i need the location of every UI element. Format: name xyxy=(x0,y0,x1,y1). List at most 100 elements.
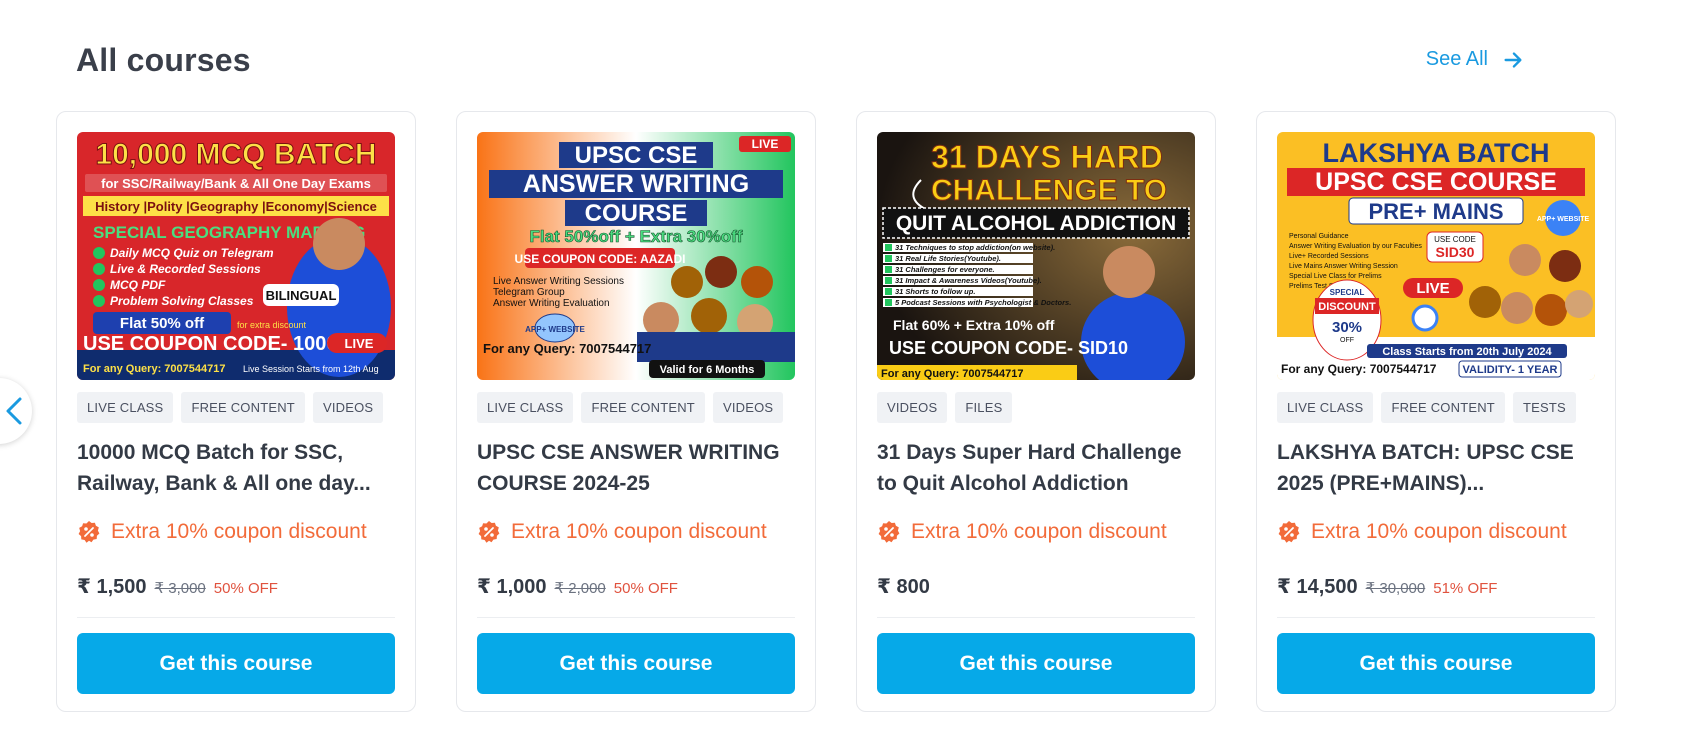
discount-percent: 51% OFF xyxy=(1433,580,1498,597)
thumb-use-code: USE CODE xyxy=(1434,235,1476,244)
see-all-link[interactable]: See All xyxy=(1426,48,1524,71)
tag-list: LIVE CLASS FREE CONTENT VIDEOS xyxy=(77,392,395,423)
chevron-left-icon xyxy=(6,397,22,425)
thumb-offer-note: for extra discount xyxy=(237,320,307,330)
thumb-bullet: Live Answer Writing Sessions xyxy=(493,276,624,287)
thumb-bullet: 5 Podcast Sessions with Psychologist & D… xyxy=(895,298,1071,307)
course-card[interactable]: LIVE UPSC CSE ANSWER WRITING COURSE Flat… xyxy=(456,111,816,712)
thumb-headline: 31 DAYS HARD xyxy=(931,139,1163,175)
coupon-text: Extra 10% coupon discount xyxy=(1311,520,1567,543)
thumb-discount-off: OFF xyxy=(1340,337,1354,344)
divider xyxy=(1277,617,1595,618)
course-card[interactable]: 31 DAYS HARD CHALLENGE TO QUIT ALCOHOL A… xyxy=(856,111,1216,712)
thumb-discount-pct: 30% xyxy=(1332,319,1362,336)
thumb-bullet: 31 Impact & Awareness Videos(Youtube). xyxy=(895,276,1042,285)
thumb-offer: Flat 50% off xyxy=(120,315,205,332)
thumb-bullet: 31 Challenges for everyone. xyxy=(895,265,995,274)
tag: LIVE CLASS xyxy=(477,392,574,423)
get-course-button[interactable]: Get this course xyxy=(877,633,1195,694)
thumb-live: LIVE xyxy=(752,137,779,151)
coupon-note: Extra 10% coupon discount xyxy=(1277,520,1595,544)
divider xyxy=(77,617,395,618)
tag: LIVE CLASS xyxy=(1277,392,1374,423)
thumb-headline: LAKSHYA BATCH xyxy=(1322,138,1549,168)
discount-badge-icon xyxy=(478,521,500,543)
thumb-query: For any Query: 7007544717 xyxy=(1281,362,1437,376)
thumb-bullet: Telegram Group xyxy=(493,287,565,298)
thumb-class-starts: Class Starts from 20th July 2024 xyxy=(1382,346,1552,358)
tag-list: LIVE CLASS FREE CONTENT VIDEOS xyxy=(477,392,795,423)
tag: FILES xyxy=(955,392,1013,423)
thumb-query: For any Query: 7007544717 xyxy=(881,368,1023,380)
thumb-footer-note: Live Session Starts from 12th Aug xyxy=(243,364,379,374)
thumb-bullet: Live Mains Answer Writing Session xyxy=(1289,263,1398,270)
price: ₹ 1,000 xyxy=(477,576,547,598)
thumb-coupon: USE COUPON CODE- 10000 xyxy=(83,333,349,355)
thumb-bullet: Special Live Class for Prelims xyxy=(1289,273,1382,280)
thumb-bullet: Personal Guidance xyxy=(1289,233,1349,240)
thumb-bullet: Answer Writing Evaluation xyxy=(493,298,610,309)
thumb-code: SID30 xyxy=(1436,244,1475,260)
discount-percent: 50% OFF xyxy=(213,580,278,597)
course-title[interactable]: 10000 MCQ Batch for SSC, Railway, Bank &… xyxy=(77,437,395,499)
course-thumbnail[interactable]: LAKSHYA BATCH UPSC CSE COURSE PRE+ MAINS… xyxy=(1277,132,1595,380)
price-row: ₹ 1,000 ₹ 2,000 50% OFF xyxy=(477,574,678,599)
thumb-headline: PRE+ MAINS xyxy=(1368,199,1503,224)
tag: VIDEOS xyxy=(312,392,384,423)
thumb-bullet: MCQ PDF xyxy=(110,278,166,292)
thumb-headline: COURSE xyxy=(585,200,688,227)
section-title: All courses xyxy=(76,42,251,78)
carousel-prev-button[interactable] xyxy=(0,378,32,444)
get-course-button[interactable]: Get this course xyxy=(1277,633,1595,694)
coupon-note: Extra 10% coupon discount xyxy=(877,520,1195,544)
thumb-bullet: Problem Solving Classes xyxy=(110,294,254,308)
tag: VIDEOS xyxy=(712,392,784,423)
thumb-headline: CHALLENGE TO xyxy=(931,174,1167,207)
tag: FREE CONTENT xyxy=(181,392,305,423)
thumb-bullet: Live & Recorded Sessions xyxy=(110,262,261,276)
price: ₹ 1,500 xyxy=(77,576,147,598)
course-title[interactable]: LAKSHYA BATCH: UPSC CSE 2025 (PRE+MAINS)… xyxy=(1277,437,1595,499)
divider xyxy=(477,617,795,618)
thumb-validity: VALIDITY- 1 YEAR xyxy=(1463,364,1558,376)
coupon-text: Extra 10% coupon discount xyxy=(111,520,367,543)
course-title[interactable]: 31 Days Super Hard Challenge to Quit Alc… xyxy=(877,437,1195,499)
course-thumbnail[interactable]: LIVE UPSC CSE ANSWER WRITING COURSE Flat… xyxy=(477,132,795,380)
course-thumbnail[interactable]: 31 DAYS HARD CHALLENGE TO QUIT ALCOHOL A… xyxy=(877,132,1195,380)
tag-list: VIDEOS FILES xyxy=(877,392,1195,423)
thumb-live: LIVE xyxy=(345,336,374,351)
thumb-coupon: USE COUPON CODE: AAZADI xyxy=(515,252,686,266)
thumb-app-badge: APP+ WEBSITE xyxy=(1537,216,1590,223)
thumb-bullet: 31 Techniques to stop addiction(on websi… xyxy=(895,243,1055,252)
thumb-headline: 10,000 MCQ BATCH xyxy=(95,138,376,171)
tag-list: LIVE CLASS FREE CONTENT TESTS xyxy=(1277,392,1595,423)
original-price: ₹ 2,000 xyxy=(554,580,606,597)
thumb-query: For any Query: 7007544717 xyxy=(83,363,225,375)
tag: VIDEOS xyxy=(877,392,948,423)
original-price: ₹ 30,000 xyxy=(1365,580,1426,597)
thumb-validity: Valid for 6 Months xyxy=(660,364,755,376)
price: ₹ 14,500 xyxy=(1277,576,1358,598)
thumb-badge: BILINGUAL xyxy=(266,288,337,303)
discount-badge-icon xyxy=(1278,521,1300,543)
thumb-query: For any Query: 7007544717 xyxy=(483,341,651,356)
price-row: ₹ 1,500 ₹ 3,000 50% OFF xyxy=(77,574,278,599)
tag: LIVE CLASS xyxy=(77,392,174,423)
thumb-subjects: History |Polity |Geography |Economy|Scie… xyxy=(95,199,377,214)
tag: FREE CONTENT xyxy=(1381,392,1505,423)
get-course-button[interactable]: Get this course xyxy=(477,633,795,694)
thumb-live: LIVE xyxy=(1416,280,1449,297)
thumb-headline: ANSWER WRITING xyxy=(523,170,749,198)
discount-percent: 50% OFF xyxy=(613,580,678,597)
course-title[interactable]: UPSC CSE ANSWER WRITING COURSE 2024-25 xyxy=(477,437,795,499)
course-card[interactable]: LAKSHYA BATCH UPSC CSE COURSE PRE+ MAINS… xyxy=(1256,111,1616,712)
tag: TESTS xyxy=(1512,392,1576,423)
course-thumbnail[interactable]: 10,000 MCQ BATCH for SSC/Railway/Bank & … xyxy=(77,132,395,380)
discount-badge-icon xyxy=(78,521,100,543)
coupon-text: Extra 10% coupon discount xyxy=(511,520,767,543)
course-card[interactable]: 10,000 MCQ BATCH for SSC/Railway/Bank & … xyxy=(56,111,416,712)
discount-badge-icon xyxy=(878,521,900,543)
thumb-app-badge: APP+ WEBSITE xyxy=(525,325,585,334)
thumb-bullet: Daily MCQ Quiz on Telegram xyxy=(110,246,274,260)
get-course-button[interactable]: Get this course xyxy=(77,633,395,694)
